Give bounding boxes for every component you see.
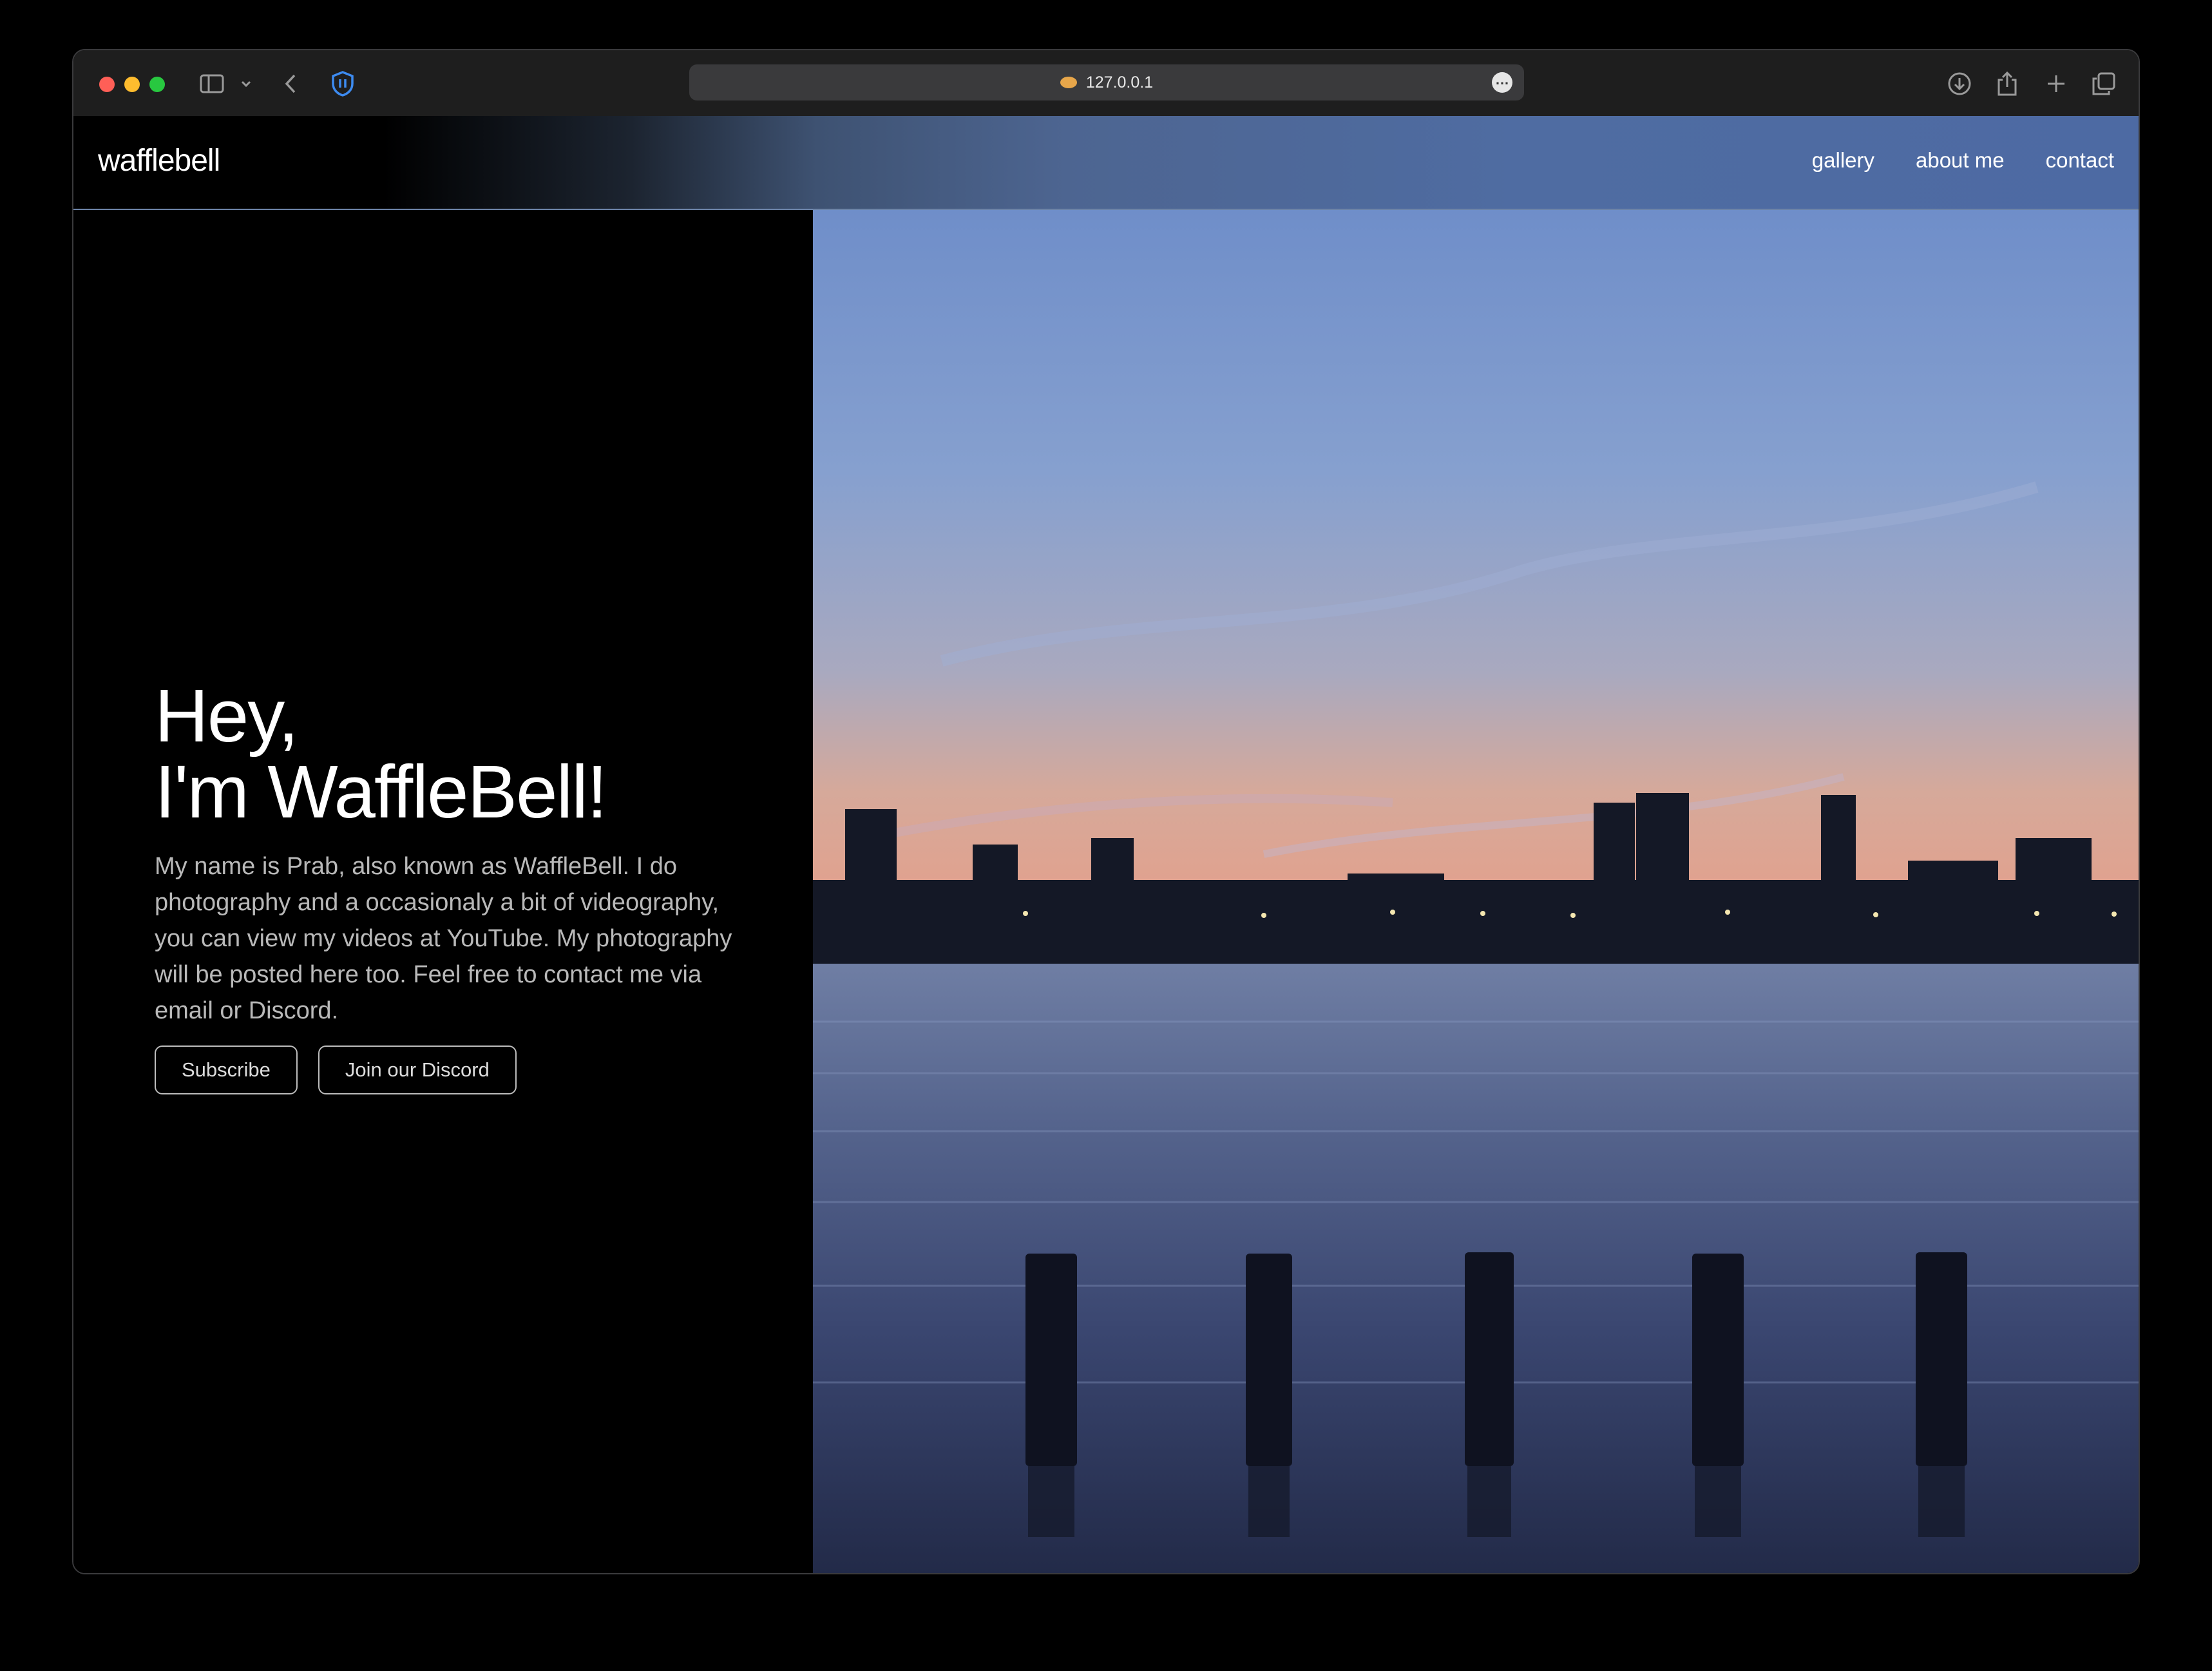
hero: Hey, I'm WaffleBell! My name is Prab, al… [155,677,734,1094]
hero-bio: My name is Prab, also known as WaffleBel… [155,853,732,1024]
main-nav: gallery about me contact [1812,148,2114,173]
browser-window: 127.0.0.1 … wafflebell gallery about me … [72,49,2140,1574]
nav-gallery[interactable]: gallery [1812,148,1874,173]
download-icon[interactable] [1945,70,1974,98]
share-icon[interactable] [1993,70,2021,98]
site-header: wafflebell gallery about me contact [73,116,2139,210]
site-logo[interactable]: wafflebell [98,143,220,178]
tabs-icon[interactable] [2090,70,2118,98]
shield-icon[interactable] [329,70,357,98]
site-favicon-icon [1060,77,1077,88]
more-icon[interactable]: … [1492,72,1512,93]
back-icon[interactable] [281,70,300,98]
hero-actions: Subscribe Join our Discord [155,1046,734,1094]
zoom-window-button[interactable] [149,77,165,92]
browser-toolbar: 127.0.0.1 … [73,50,2139,117]
hero-greeting: Hey, [155,674,299,758]
close-window-button[interactable] [99,77,115,92]
plus-icon[interactable] [2042,70,2070,98]
hero-photo [813,210,2139,1573]
minimize-window-button[interactable] [124,77,140,92]
nav-contact[interactable]: contact [2046,148,2114,173]
nav-about-me[interactable]: about me [1916,148,2005,173]
address-bar[interactable]: 127.0.0.1 … [689,64,1524,100]
join-discord-button[interactable]: Join our Discord [318,1046,517,1094]
url-text: 127.0.0.1 [1085,73,1154,91]
hero-headline: I'm WaffleBell! [155,750,607,834]
intro-panel: Hey, I'm WaffleBell! My name is Prab, al… [73,210,813,1573]
subscribe-button[interactable]: Subscribe [155,1046,298,1094]
river-skyline-image [813,210,2139,1573]
sidebar-icon[interactable] [198,70,226,98]
chevron-down-icon[interactable] [238,70,254,98]
